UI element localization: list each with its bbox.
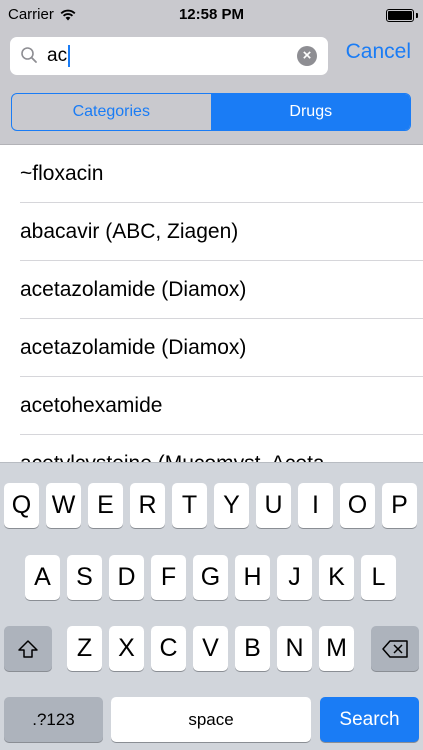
status-time: 12:58 PM: [178, 6, 245, 23]
key-f[interactable]: F: [151, 555, 186, 600]
numbers-key[interactable]: .?123: [4, 697, 103, 742]
key-m[interactable]: M: [319, 626, 354, 671]
list-item[interactable]: acetazolamide (Diamox): [0, 261, 423, 319]
text-cursor: [68, 45, 71, 67]
key-p[interactable]: P: [382, 483, 417, 528]
list-item[interactable]: acetohexamide: [0, 377, 423, 435]
key-s[interactable]: S: [67, 555, 102, 600]
backspace-key[interactable]: [371, 626, 419, 671]
key-q[interactable]: Q: [4, 483, 39, 528]
search-input-value: ac: [47, 45, 68, 66]
battery-tip: [415, 13, 418, 18]
scope-segmented-control: Categories Drugs: [11, 93, 411, 131]
key-j[interactable]: J: [277, 555, 312, 600]
key-h[interactable]: H: [235, 555, 270, 600]
list-item[interactable]: ~floxacin: [0, 145, 423, 203]
space-key[interactable]: space: [111, 697, 311, 742]
key-o[interactable]: O: [340, 483, 375, 528]
key-t[interactable]: T: [172, 483, 207, 528]
cancel-button[interactable]: Cancel: [346, 40, 411, 64]
key-g[interactable]: G: [193, 555, 228, 600]
search-key[interactable]: Search: [320, 697, 419, 742]
search-icon: [21, 47, 37, 63]
clear-icon[interactable]: ×: [297, 46, 317, 66]
key-e[interactable]: E: [88, 483, 123, 528]
list-item[interactable]: acetazolamide (Diamox): [0, 319, 423, 377]
backspace-icon: [382, 639, 408, 658]
key-n[interactable]: N: [277, 626, 312, 671]
key-a[interactable]: A: [25, 555, 60, 600]
shift-key[interactable]: [4, 626, 52, 671]
keyboard: Q W E R T Y U I O P A S D F G H J K L Z …: [0, 462, 423, 750]
key-y[interactable]: Y: [214, 483, 249, 528]
search-input[interactable]: ac: [47, 45, 71, 67]
segment-categories[interactable]: Categories: [12, 94, 211, 130]
key-i[interactable]: I: [298, 483, 333, 528]
results-list: ~floxacin abacavir (ABC, Ziagen) acetazo…: [0, 145, 423, 462]
shift-icon: [18, 639, 38, 658]
key-c[interactable]: C: [151, 626, 186, 671]
list-item[interactable]: abacavir (ABC, Ziagen): [0, 203, 423, 261]
key-z[interactable]: Z: [67, 626, 102, 671]
key-d[interactable]: D: [109, 555, 144, 600]
key-u[interactable]: U: [256, 483, 291, 528]
key-r[interactable]: R: [130, 483, 165, 528]
battery-icon: [386, 9, 414, 22]
list-item[interactable]: acetylcysteine (Mucomyst, Aceta: [0, 435, 423, 462]
search-field[interactable]: ac ×: [10, 37, 328, 75]
key-v[interactable]: V: [193, 626, 228, 671]
key-b[interactable]: B: [235, 626, 270, 671]
search-header: ac × Cancel Categories Drugs: [0, 30, 423, 145]
segment-drugs[interactable]: Drugs: [210, 94, 410, 130]
key-l[interactable]: L: [361, 555, 396, 600]
key-w[interactable]: W: [46, 483, 81, 528]
key-k[interactable]: K: [319, 555, 354, 600]
key-x[interactable]: X: [109, 626, 144, 671]
status-bar: Carrier 12:58 PM: [0, 0, 423, 30]
